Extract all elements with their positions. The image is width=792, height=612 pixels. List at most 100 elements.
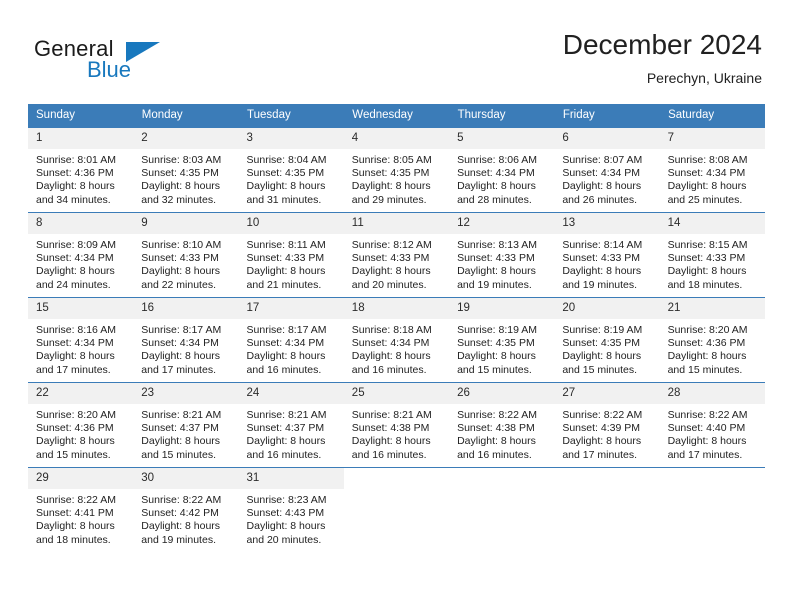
day-number: 5	[449, 128, 555, 149]
day-info: Sunrise: 8:22 AM Sunset: 4:41 PM Dayligh…	[28, 489, 133, 547]
day-cell[interactable]: 25 Sunrise: 8:21 AM Sunset: 4:38 PM Dayl…	[343, 382, 450, 468]
sunrise-text: Sunrise: 8:15 AM	[667, 239, 748, 251]
day-cell[interactable]: 2 Sunrise: 8:03 AM Sunset: 4:35 PM Dayli…	[133, 127, 239, 213]
day-cell[interactable]: 3 Sunrise: 8:04 AM Sunset: 4:35 PM Dayli…	[238, 127, 344, 213]
sunrise-text: Sunrise: 8:23 AM	[246, 494, 327, 506]
day-cell[interactable]: 28 Sunrise: 8:22 AM Sunset: 4:40 PM Dayl…	[659, 382, 765, 468]
day-number: 30	[133, 468, 239, 489]
daylight-text-line1: Daylight: 8 hours	[351, 435, 431, 448]
logo[interactable]: General Blue	[34, 36, 234, 92]
day-cell[interactable]: 5 Sunrise: 8:06 AM Sunset: 4:34 PM Dayli…	[449, 127, 555, 213]
sunset-text: Sunset: 4:34 PM	[36, 337, 114, 350]
daylight-text-line1: Daylight: 8 hours	[457, 435, 536, 448]
day-cell-empty	[554, 467, 660, 552]
day-cell[interactable]: 13 Sunrise: 8:14 AM Sunset: 4:33 PM Dayl…	[554, 212, 660, 298]
sunrise-text: Sunrise: 8:21 AM	[246, 409, 327, 421]
day-cell[interactable]: 22 Sunrise: 8:20 AM Sunset: 4:36 PM Dayl…	[28, 382, 134, 468]
day-number: 19	[449, 298, 555, 319]
daylight-text-line1: Daylight: 8 hours	[246, 180, 326, 193]
day-info: Sunrise: 8:03 AM Sunset: 4:35 PM Dayligh…	[133, 149, 238, 207]
sunset-text: Sunset: 4:36 PM	[36, 422, 114, 435]
day-cell[interactable]: 30 Sunrise: 8:22 AM Sunset: 4:42 PM Dayl…	[133, 467, 239, 552]
daylight-text-line2: and 21 minutes.	[246, 278, 322, 291]
sunrise-text: Sunrise: 8:14 AM	[562, 239, 643, 251]
day-number: 12	[449, 213, 555, 234]
day-cell[interactable]: 11 Sunrise: 8:12 AM Sunset: 4:33 PM Dayl…	[343, 212, 450, 298]
daylight-text-line2: and 16 minutes.	[351, 448, 427, 461]
sunset-text: Sunset: 4:34 PM	[36, 252, 114, 265]
weekday-header-thursday: Thursday	[449, 104, 555, 128]
day-info: Sunrise: 8:10 AM Sunset: 4:33 PM Dayligh…	[133, 234, 238, 292]
day-cell[interactable]: 15 Sunrise: 8:16 AM Sunset: 4:34 PM Dayl…	[28, 297, 134, 383]
day-number: 27	[554, 383, 660, 404]
day-number: 9	[133, 213, 239, 234]
sunrise-text: Sunrise: 8:19 AM	[457, 324, 538, 336]
sunset-text: Sunset: 4:37 PM	[246, 422, 325, 435]
day-cell[interactable]: 4 Sunrise: 8:05 AM Sunset: 4:35 PM Dayli…	[343, 127, 450, 213]
sunset-text: Sunset: 4:42 PM	[141, 507, 219, 520]
day-cell[interactable]: 26 Sunrise: 8:22 AM Sunset: 4:38 PM Dayl…	[449, 382, 555, 468]
day-cell[interactable]: 8 Sunrise: 8:09 AM Sunset: 4:34 PM Dayli…	[28, 212, 134, 298]
day-info: Sunrise: 8:22 AM Sunset: 4:40 PM Dayligh…	[660, 404, 765, 462]
day-cell[interactable]: 18 Sunrise: 8:18 AM Sunset: 4:34 PM Dayl…	[343, 297, 450, 383]
day-cell[interactable]: 1 Sunrise: 8:01 AM Sunset: 4:36 PM Dayli…	[28, 127, 134, 213]
calendar-body: 1 Sunrise: 8:01 AM Sunset: 4:36 PM Dayli…	[28, 127, 765, 552]
daylight-text-line1: Daylight: 8 hours	[457, 350, 536, 363]
daylight-text-line2: and 18 minutes.	[667, 278, 743, 291]
day-cell[interactable]: 21 Sunrise: 8:20 AM Sunset: 4:36 PM Dayl…	[659, 297, 765, 383]
sunset-text: Sunset: 4:37 PM	[141, 422, 219, 435]
day-cell[interactable]: 14 Sunrise: 8:15 AM Sunset: 4:33 PM Dayl…	[659, 212, 765, 298]
day-cell[interactable]: 17 Sunrise: 8:17 AM Sunset: 4:34 PM Dayl…	[238, 297, 344, 383]
day-number: 28	[659, 383, 765, 404]
day-cell[interactable]: 27 Sunrise: 8:22 AM Sunset: 4:39 PM Dayl…	[554, 382, 660, 468]
daylight-text-line1: Daylight: 8 hours	[246, 435, 326, 448]
daylight-text-line1: Daylight: 8 hours	[141, 265, 221, 278]
sunset-text: Sunset: 4:35 PM	[351, 167, 430, 180]
sunset-text: Sunset: 4:41 PM	[36, 507, 114, 520]
daylight-text-line2: and 19 minutes.	[457, 278, 532, 291]
day-info: Sunrise: 8:21 AM Sunset: 4:37 PM Dayligh…	[239, 404, 344, 462]
day-cell[interactable]: 12 Sunrise: 8:13 AM Sunset: 4:33 PM Dayl…	[449, 212, 555, 298]
day-cell[interactable]: 23 Sunrise: 8:21 AM Sunset: 4:37 PM Dayl…	[133, 382, 239, 468]
day-cell[interactable]: 6 Sunrise: 8:07 AM Sunset: 4:34 PM Dayli…	[554, 127, 660, 213]
day-info: Sunrise: 8:06 AM Sunset: 4:34 PM Dayligh…	[449, 149, 554, 207]
day-cell[interactable]: 10 Sunrise: 8:11 AM Sunset: 4:33 PM Dayl…	[238, 212, 344, 298]
day-cell[interactable]: 19 Sunrise: 8:19 AM Sunset: 4:35 PM Dayl…	[449, 297, 555, 383]
daylight-text-line1: Daylight: 8 hours	[351, 350, 431, 363]
day-info: Sunrise: 8:22 AM Sunset: 4:39 PM Dayligh…	[554, 404, 659, 462]
day-cell[interactable]: 29 Sunrise: 8:22 AM Sunset: 4:41 PM Dayl…	[28, 467, 134, 552]
day-info: Sunrise: 8:17 AM Sunset: 4:34 PM Dayligh…	[133, 319, 238, 377]
day-cell[interactable]: 24 Sunrise: 8:21 AM Sunset: 4:37 PM Dayl…	[238, 382, 344, 468]
daylight-text-line2: and 22 minutes.	[141, 278, 216, 291]
daylight-text-line2: and 20 minutes.	[246, 533, 322, 546]
day-cell[interactable]: 7 Sunrise: 8:08 AM Sunset: 4:34 PM Dayli…	[659, 127, 765, 213]
day-number: 22	[28, 383, 134, 404]
day-number: 14	[659, 213, 765, 234]
sunset-text: Sunset: 4:33 PM	[246, 252, 325, 265]
daylight-text-line1: Daylight: 8 hours	[36, 265, 115, 278]
sunrise-text: Sunrise: 8:22 AM	[36, 494, 116, 506]
day-info: Sunrise: 8:01 AM Sunset: 4:36 PM Dayligh…	[28, 149, 133, 207]
sunset-text: Sunset: 4:35 PM	[457, 337, 535, 350]
sunset-text: Sunset: 4:33 PM	[457, 252, 535, 265]
daylight-text-line2: and 16 minutes.	[457, 448, 532, 461]
day-cell[interactable]: 20 Sunrise: 8:19 AM Sunset: 4:35 PM Dayl…	[554, 297, 660, 383]
day-info: Sunrise: 8:21 AM Sunset: 4:38 PM Dayligh…	[344, 404, 449, 462]
sunrise-text: Sunrise: 8:12 AM	[351, 239, 432, 251]
calendar-table: Sunday Monday Tuesday Wednesday Thursday…	[28, 104, 766, 552]
daylight-text-line2: and 17 minutes.	[667, 448, 743, 461]
day-cell[interactable]: 16 Sunrise: 8:17 AM Sunset: 4:34 PM Dayl…	[133, 297, 239, 383]
day-info: Sunrise: 8:19 AM Sunset: 4:35 PM Dayligh…	[554, 319, 659, 377]
day-number: 29	[28, 468, 134, 489]
daylight-text-line2: and 19 minutes.	[562, 278, 638, 291]
day-number: 10	[238, 213, 344, 234]
sunset-text: Sunset: 4:35 PM	[562, 337, 640, 350]
day-cell[interactable]: 31 Sunrise: 8:23 AM Sunset: 4:43 PM Dayl…	[238, 467, 344, 552]
sunrise-text: Sunrise: 8:21 AM	[351, 409, 432, 421]
daylight-text-line2: and 15 minutes.	[457, 363, 532, 376]
daylight-text-line2: and 15 minutes.	[562, 363, 638, 376]
day-cell[interactable]: 9 Sunrise: 8:10 AM Sunset: 4:33 PM Dayli…	[133, 212, 239, 298]
daylight-text-line1: Daylight: 8 hours	[36, 520, 115, 533]
day-number: 13	[554, 213, 660, 234]
day-info: Sunrise: 8:09 AM Sunset: 4:34 PM Dayligh…	[28, 234, 133, 292]
